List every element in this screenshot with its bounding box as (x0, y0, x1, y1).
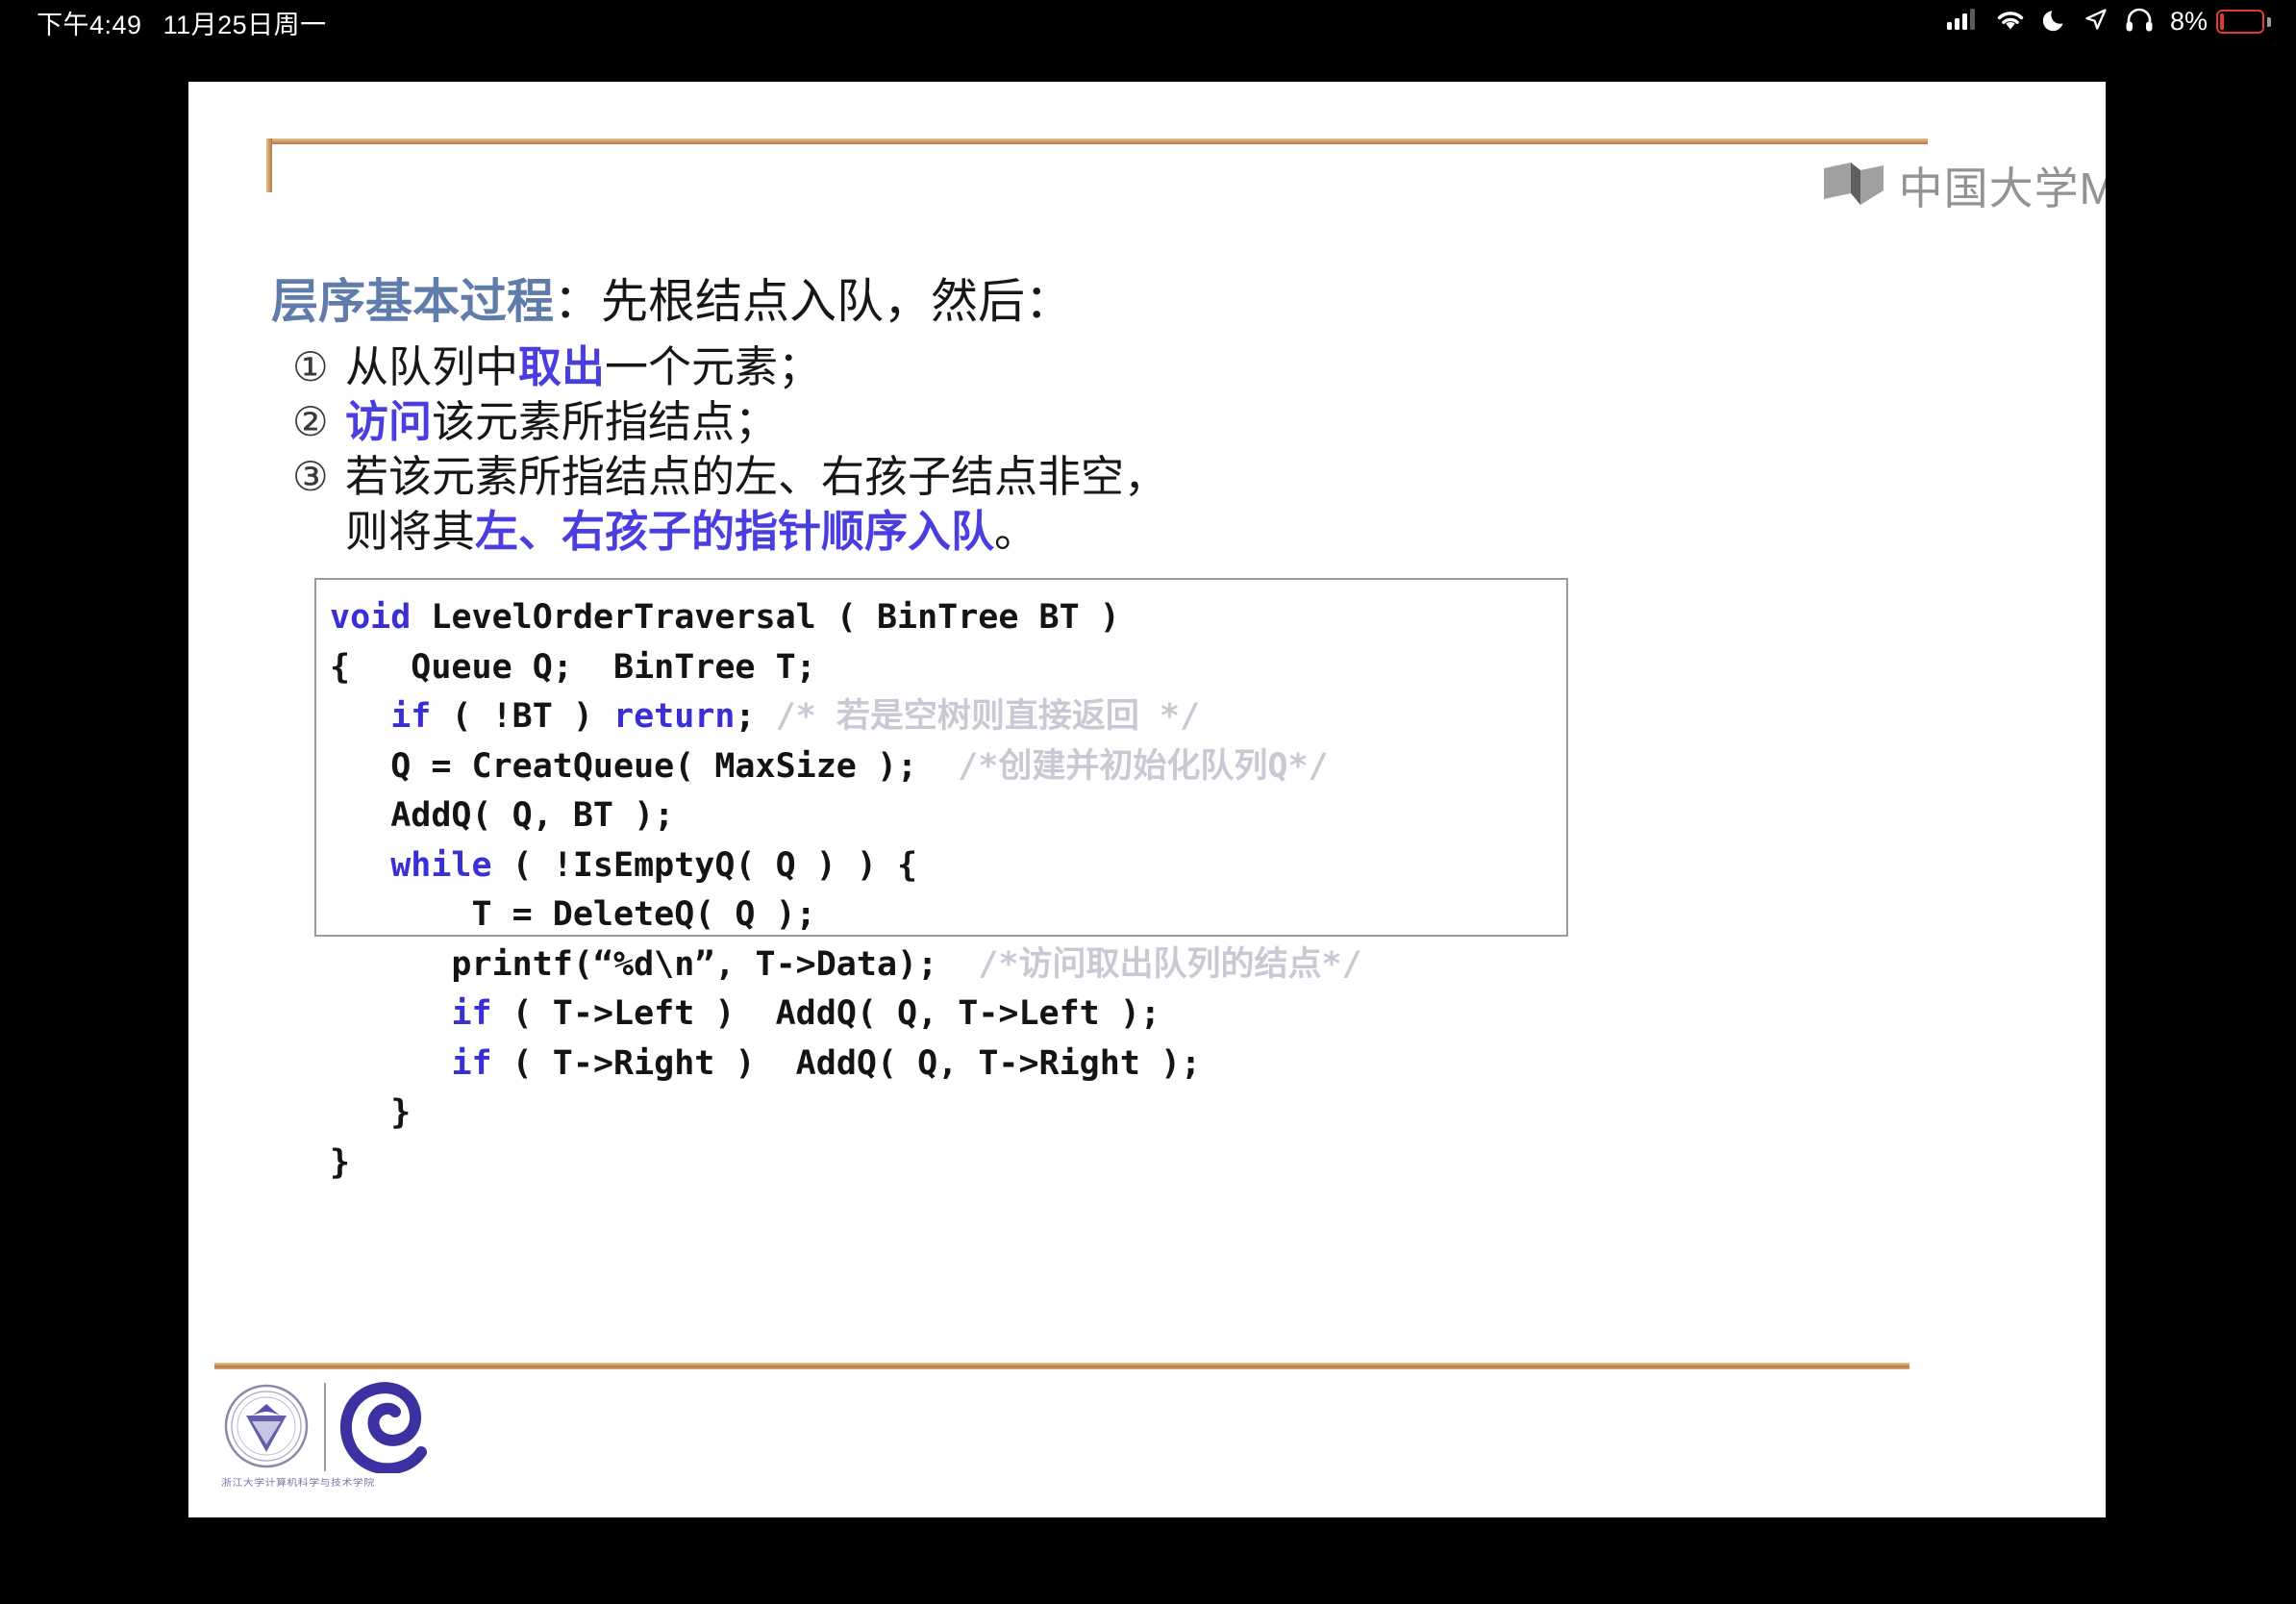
code-line: while ( !IsEmptyQ( Q ) ) { (330, 841, 1566, 891)
step-segment: 若该元素所指结点的左、右孩子结点非空， (345, 451, 1168, 502)
code-line: Q = CreatQueue( MaxSize ); /*创建并初始化队列Q*/ (330, 742, 1566, 792)
code-line: T = DeleteQ( Q ); (330, 890, 1566, 940)
step-text: 从队列中取出一个元素； (345, 339, 821, 394)
battery-fill (2220, 13, 2224, 30)
code-text: ( !IsEmptyQ( Q ) ) { (491, 845, 918, 885)
page-title: 层序基本过程：先根结点入队，然后： (271, 274, 1072, 331)
step-segment: 则将其 (345, 506, 476, 557)
wifi-icon (1994, 8, 2027, 37)
code-line: { Queue Q; BinTree T; (330, 643, 1566, 693)
code-text: ( !BT ) (431, 697, 614, 736)
list-item: ③ 若该元素所指结点的左、右孩子结点非空， (292, 449, 1167, 504)
code-comment: /*创建并初始化队列Q*/ (958, 746, 1329, 786)
code-block: void LevelOrderTraversal ( BinTree BT ){… (314, 578, 1568, 1182)
code-keyword: if (451, 994, 492, 1033)
spiral-e-logo-icon (337, 1381, 433, 1475)
step-segment-highlight: 取出 (518, 341, 606, 392)
status-date: 11月25日周一 (162, 11, 327, 39)
step-number: ② (292, 398, 329, 445)
code-text: } (330, 1093, 412, 1132)
code-keyword: void (330, 598, 412, 637)
code-text: Q = CreatQueue( MaxSize ); (330, 746, 959, 786)
code-line: if ( T->Right ) AddQ( Q, T->Right ); (330, 1040, 1566, 1090)
headphones-icon (2125, 8, 2154, 37)
list-item: ② 访问该元素所指结点； (292, 394, 1167, 449)
step-continuation: 则将其左、右孩子的指针顺序入队。 (292, 504, 1167, 559)
decorative-rule-top-vertical (266, 138, 272, 192)
code-text: AddQ( Q, BT ); (330, 796, 675, 835)
battery-body-icon (2216, 10, 2264, 34)
code-text: } (330, 1142, 351, 1182)
decorative-rule-bottom (214, 1363, 1909, 1369)
presentation-slide: 中国大学M 层序基本过程：先根结点入队，然后： ① 从队列中取出一个元素； ② … (188, 82, 2106, 1517)
moon-do-not-disturb-icon (2042, 8, 2067, 37)
battery-percent-label: 8% (2169, 7, 2208, 36)
code-line: printf(“%d\n”, T->Data); /*访问取出队列的结点*/ (330, 940, 1566, 990)
code-text: { Queue Q; BinTree T; (330, 647, 816, 687)
footer-logos: 浙江大学计算机科学与技术学院 (206, 1375, 494, 1491)
step-text: 若该元素所指结点的左、右孩子结点非空， (345, 449, 1167, 504)
mooc-watermark: 中国大学M (1822, 154, 2106, 217)
step-segment-highlight: 访问 (345, 396, 433, 447)
code-keyword: if (451, 1043, 492, 1083)
code-text: T = DeleteQ( Q ); (330, 895, 816, 934)
code-keyword: return (613, 697, 736, 736)
step-number: ① (292, 343, 329, 390)
code-comment: /* 若是空树则直接返回 */ (775, 697, 1201, 736)
step-segment: 。 (994, 506, 1038, 557)
step-segment-highlight: 左、右孩子的指针顺序入队 (475, 506, 995, 557)
code-keyword: while (390, 845, 492, 885)
status-bar: 下午4:49 11月25日周一 8% (0, 0, 2296, 50)
cellular-signal-icon (1946, 8, 1978, 36)
step-segment: 一个元素； (605, 341, 822, 392)
code-keyword: if (390, 697, 432, 736)
book-logo-icon (1822, 161, 1885, 212)
code-content: void LevelOrderTraversal ( BinTree BT ){… (330, 593, 1566, 1188)
step-segment: 该元素所指结点； (432, 396, 779, 447)
status-bar-left: 下午4:49 11月25日周一 (37, 4, 327, 41)
code-text: ( T->Right ) AddQ( Q, T->Right ); (491, 1043, 1202, 1083)
watermark-text: 中国大学M (1898, 163, 2106, 213)
status-bar-right: 8% (1946, 7, 2271, 37)
code-text: printf(“%d\n”, T->Data); (330, 944, 979, 984)
code-line: void LevelOrderTraversal ( BinTree BT ) (330, 593, 1566, 643)
code-line: } (330, 1089, 1566, 1139)
code-line: AddQ( Q, BT ); (330, 791, 1566, 841)
code-text: ( T->Left ) AddQ( Q, T->Left ); (491, 994, 1160, 1033)
code-line: if ( !BT ) return; /* 若是空树则直接返回 */ (330, 692, 1566, 742)
logo-divider (324, 1383, 326, 1471)
code-text: ; (735, 697, 776, 736)
code-line: } (330, 1139, 1566, 1189)
status-time: 下午4:49 (37, 11, 142, 39)
step-text: 访问该元素所指结点； (345, 394, 778, 449)
footer-caption: 浙江大学计算机科学与技术学院 (221, 1477, 375, 1489)
list-item: ① 从队列中取出一个元素； (292, 339, 1167, 394)
step-number: ③ (292, 453, 329, 500)
code-line: if ( T->Left ) AddQ( Q, T->Left ); (330, 990, 1566, 1040)
university-seal-icon (223, 1383, 310, 1469)
location-arrow-icon (2084, 7, 2109, 37)
step-segment: 从队列中 (345, 341, 519, 392)
code-text: LevelOrderTraversal ( BinTree BT ) (411, 598, 1120, 637)
code-comment: /*访问取出队列的结点*/ (978, 944, 1362, 984)
battery-indicator: 8% (2170, 7, 2271, 37)
battery-cap (2267, 16, 2271, 27)
page-title-accent: 层序基本过程 (271, 274, 555, 329)
steps-list: ① 从队列中取出一个元素； ② 访问该元素所指结点； ③ 若该元素所指结点的左、… (292, 339, 1167, 559)
decorative-rule-top-horizontal (266, 138, 1928, 144)
page-title-rest: ：先根结点入队，然后： (554, 274, 1073, 329)
